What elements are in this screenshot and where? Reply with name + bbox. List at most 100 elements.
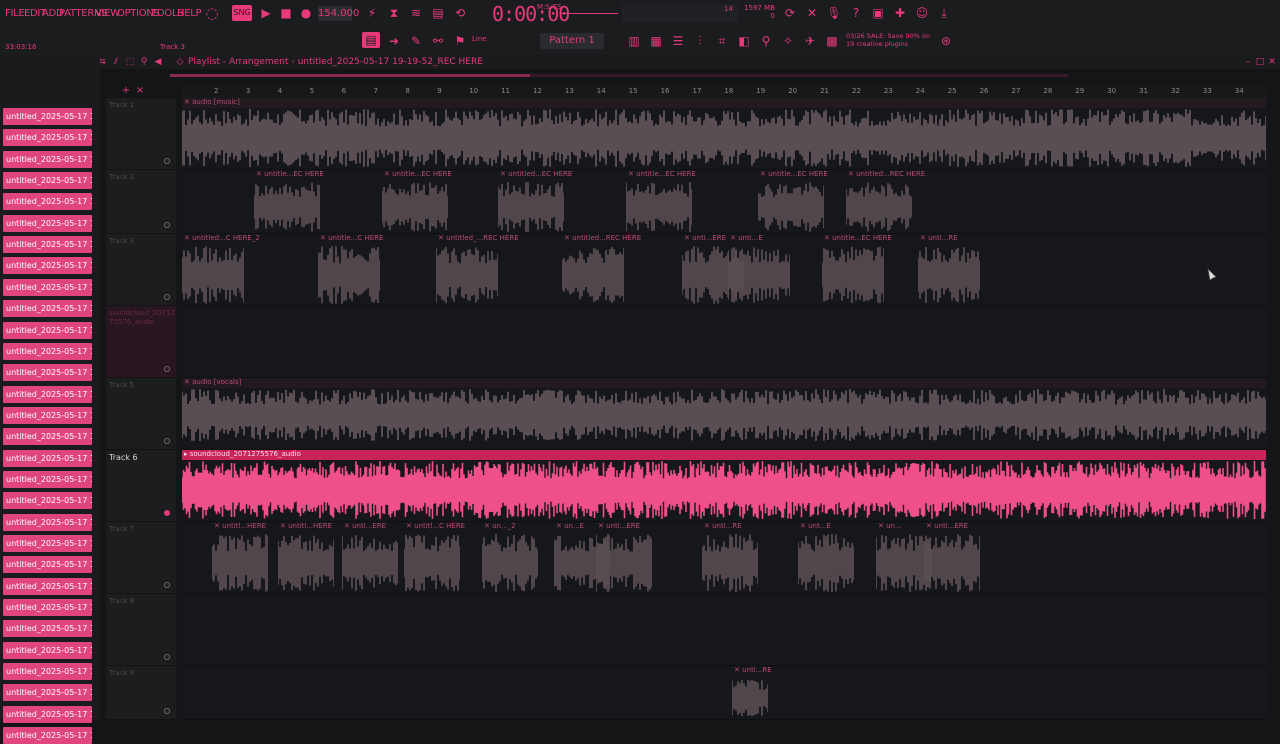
browser-item[interactable]: untitled_2025-05-17 19-... bbox=[3, 321, 92, 339]
browser-item[interactable]: untitled_2025-05-17 19-... bbox=[3, 129, 92, 147]
browser-item[interactable]: untitled_2025-05-17 19-... bbox=[3, 577, 92, 595]
track-enable-icon[interactable] bbox=[164, 294, 170, 300]
browser-item[interactable]: untitled_2025-05-17 19-... bbox=[3, 599, 92, 617]
audio-clip[interactable]: ✕ untitl...HERE bbox=[277, 522, 335, 594]
arrow-right-icon[interactable]: ➜ bbox=[386, 33, 402, 49]
track-header[interactable]: Track 7 bbox=[106, 522, 176, 594]
browser-item[interactable]: untitled_2025-05-17 19-... bbox=[3, 449, 92, 467]
help-icon[interactable]: ? bbox=[848, 5, 864, 21]
browser-item[interactable]: untitled_2025-05-17 19-... bbox=[3, 278, 92, 296]
plugin-picker-icon[interactable]: ⌗ bbox=[714, 33, 730, 49]
clip-close-icon[interactable]: ✕ bbox=[628, 170, 636, 178]
clip-close-icon[interactable]: ✕ bbox=[878, 522, 886, 530]
audio-clip[interactable]: ✕ audio [music] bbox=[181, 98, 1267, 170]
audio-clip[interactable]: ✕ unti...ERE bbox=[923, 522, 981, 594]
step-edit-icon[interactable]: ▤ bbox=[430, 5, 446, 21]
clip-close-icon[interactable]: ✕ bbox=[926, 522, 934, 530]
audio-clip[interactable]: ✕ untitl...HERE bbox=[211, 522, 269, 594]
browser-item[interactable]: untitled_2025-05-17 19-... bbox=[3, 342, 92, 360]
timeline-ruler[interactable]: 2 3 4 5 6 7 8 9 10 11 12 13 14 15 16 17 18 19 20 21 22 23 24 25… bbox=[182, 84, 1268, 98]
news-panel[interactable]: 03/26 SALE: Save 90% on 19 creative plug… bbox=[846, 32, 930, 48]
browser-item[interactable]: untitled_2025-05-17 19-... bbox=[3, 150, 92, 168]
clip-close-icon[interactable]: ✕ bbox=[406, 522, 414, 530]
track-lane[interactable] bbox=[182, 306, 1268, 378]
track-lane[interactable]: ✕ untitled...C HERE_2 ✕ untitle...C HERE ✕… bbox=[181, 234, 1268, 306]
arrangement-icon[interactable]: ◇ bbox=[172, 54, 188, 70]
track-lane[interactable]: ✕ audio [vocals] bbox=[181, 378, 1268, 450]
audio-clip[interactable]: ✕ unti...RE bbox=[917, 234, 981, 306]
link-icon[interactable]: ⚯ bbox=[430, 33, 446, 49]
close-icon[interactable]: ✕ bbox=[1264, 54, 1280, 70]
pick-icon[interactable]: ⚲ bbox=[758, 33, 774, 49]
browser-item[interactable]: untitled_2025-05-17 19-... bbox=[3, 364, 92, 382]
clip-close-icon[interactable]: ✕ bbox=[734, 666, 742, 674]
menu-help[interactable]: HELP bbox=[177, 8, 202, 19]
track-lane[interactable] bbox=[182, 594, 1268, 666]
audio-clip[interactable]: ✕ untitle...C HERE bbox=[317, 234, 383, 306]
pattern-selector[interactable]: Pattern 1 bbox=[540, 33, 604, 49]
browser-item[interactable]: untitled_2025-05-17 19-... bbox=[3, 705, 92, 723]
track-enable-icon[interactable] bbox=[164, 438, 170, 444]
audio-clip[interactable]: ✕ untitle...EC HERE bbox=[253, 170, 324, 234]
track-enable-icon[interactable] bbox=[164, 366, 170, 372]
audio-clip[interactable]: ✕ unti...ERE bbox=[595, 522, 653, 594]
track-enable-icon[interactable] bbox=[164, 510, 170, 516]
browser-item[interactable]: untitled_2025-05-17 19-... bbox=[3, 492, 92, 510]
track-header[interactable]: Track 6 bbox=[106, 450, 176, 522]
clip-close-icon[interactable]: ✕ bbox=[556, 522, 564, 530]
browser-item[interactable]: untitled_2025-05-17 19-... bbox=[3, 428, 92, 446]
pin-icon[interactable]: ✈ bbox=[802, 33, 818, 49]
track-header[interactable]: Track 1 bbox=[106, 98, 176, 170]
clip-close-icon[interactable]: ✕ bbox=[800, 522, 808, 530]
track-lane[interactable]: ✕ untitle...EC HERE ✕ untitle...EC HERE ✕ … bbox=[182, 170, 1268, 234]
browser-item[interactable]: untitled_2025-05-17 19-... bbox=[3, 556, 92, 574]
browser-item[interactable]: untitled_2025-05-17 19-... bbox=[3, 620, 92, 638]
clip-close-icon[interactable]: ✕ bbox=[730, 234, 738, 242]
blend-icon[interactable]: ≋ bbox=[408, 5, 424, 21]
clip-close-icon[interactable]: ✕ bbox=[320, 234, 328, 242]
track-header[interactable]: Track 9 bbox=[106, 666, 176, 720]
clip-close-icon[interactable]: ✕ bbox=[500, 170, 508, 178]
browser-item[interactable]: untitled_2025-05-17 19-... bbox=[3, 108, 92, 125]
tempo-display[interactable]: 154.000 bbox=[318, 6, 359, 21]
audio-clip[interactable]: ✕ untitled_...REC HERE bbox=[435, 234, 519, 306]
tuner-icon[interactable]: ✧ bbox=[780, 33, 796, 49]
browser-item[interactable]: untitled_2025-05-17 19-... bbox=[3, 172, 92, 190]
playlist-view-icon[interactable]: ▤ bbox=[362, 32, 380, 48]
track-lane[interactable]: ✕ audio [music] bbox=[181, 98, 1268, 170]
browser-item[interactable]: untitled_2025-05-17 19-... bbox=[3, 470, 92, 488]
clip-close-icon[interactable]: ✕ bbox=[920, 234, 928, 242]
clip-close-icon[interactable]: ✕ bbox=[704, 522, 712, 530]
track-lane[interactable]: ▸ soundcloud_2071275576_audio bbox=[181, 450, 1268, 522]
audio-clip[interactable]: ✕ untitle...EC HERE bbox=[757, 170, 828, 234]
clip-close-icon[interactable]: ✕ bbox=[484, 522, 492, 530]
piano-roll-icon[interactable]: ☰ bbox=[670, 33, 686, 49]
clip-close-icon[interactable]: ✕ bbox=[280, 522, 288, 530]
audio-clip[interactable]: ✕ unti...ERE bbox=[341, 522, 399, 594]
countdown-icon[interactable]: ⧗ bbox=[386, 5, 402, 21]
clip-close-icon[interactable]: ✕ bbox=[438, 234, 446, 242]
clip-close-icon[interactable]: ✕ bbox=[344, 522, 352, 530]
midi-icon[interactable]: ✕ bbox=[804, 5, 820, 21]
mixer-icon[interactable]: ▥ bbox=[626, 33, 642, 49]
audio-clip[interactable]: ✕ untitle...EC HERE bbox=[821, 234, 892, 306]
track-header[interactable]: Track 2 bbox=[106, 170, 176, 234]
audio-clip[interactable]: ▸ soundcloud_2071275576_audio bbox=[181, 450, 1266, 522]
track-enable-icon[interactable] bbox=[164, 582, 170, 588]
audio-clip[interactable]: ✕ untitled...REC HERE bbox=[561, 234, 641, 306]
microphone-icon[interactable]: 🎙 bbox=[826, 5, 842, 21]
track-header[interactable]: soundcloud_20712 75576_audio bbox=[106, 306, 176, 378]
clip-close-icon[interactable]: ✕ bbox=[184, 234, 192, 242]
stop-icon[interactable]: ■ bbox=[278, 5, 294, 21]
browser-item[interactable]: untitled_2025-05-17 19-... bbox=[3, 641, 92, 659]
wait-icon[interactable]: ⚡ bbox=[364, 5, 380, 21]
audio-clip[interactable]: ✕ untitled...C HERE_2 bbox=[181, 234, 260, 306]
loop-record-icon[interactable]: ⟲ bbox=[452, 5, 468, 21]
pat-song-toggle[interactable]: SNG bbox=[232, 5, 252, 21]
audio-clip[interactable]: ✕ untitle...EC HERE bbox=[381, 170, 452, 234]
audio-clip[interactable]: ✕ audio [vocals] bbox=[181, 378, 1267, 450]
audio-clip[interactable]: ✕ unti...E bbox=[727, 234, 791, 306]
audio-clip[interactable]: ✕ unti...RE bbox=[731, 666, 772, 720]
playback-tool-icon[interactable]: ◀ bbox=[150, 54, 166, 70]
track-header[interactable]: Track 5 bbox=[106, 378, 176, 450]
